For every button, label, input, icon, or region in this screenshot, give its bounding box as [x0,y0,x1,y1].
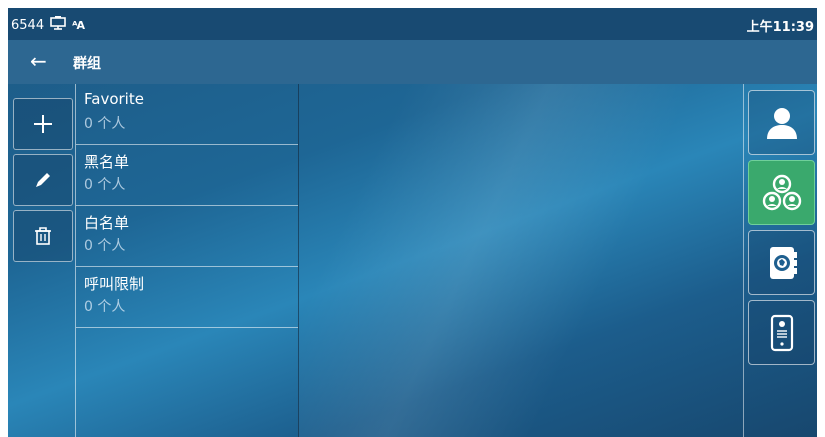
intercom-device-icon [770,314,793,351]
trash-icon [35,227,51,245]
pencil-icon [36,173,50,187]
group-count: 0 个人 [84,299,126,315]
arrow-left-icon[interactable]: ← [30,50,47,72]
extension-number: 6544 [11,17,45,33]
group-count: 0 个人 [84,116,126,132]
list-item[interactable]: 黑名单 0 个人 [76,145,298,206]
contact-icon [766,107,797,139]
directory-book-icon [769,246,797,279]
right-nav [743,84,817,437]
group-name: Favorite [84,90,144,108]
status-bar: 6544 ᴬA 上午11:39 [8,8,817,40]
group-name: 黑名单 [84,153,130,171]
groups-nav-button[interactable] [748,160,815,225]
group-list: Favorite 0 个人 黑名单 0 个人 白名单 0 个人 呼叫限制 0 个… [76,84,299,437]
title-bar: ← 群组 [8,40,817,84]
intercom-nav-button[interactable] [748,300,815,365]
list-item[interactable]: 呼叫限制 0 个人 [76,267,298,328]
delete-group-button[interactable] [13,210,73,262]
status-left: 6544 ᴬA [11,16,85,34]
list-item[interactable]: 白名单 0 个人 [76,206,298,267]
action-toolbar [8,84,76,437]
group-name: 呼叫限制 [84,275,145,293]
contacts-nav-button[interactable] [748,90,815,155]
group-count: 0 个人 [84,177,126,193]
plus-icon [34,115,52,133]
directory-nav-button[interactable] [748,230,815,295]
list-item[interactable]: Favorite 0 个人 [76,84,298,145]
phone-screen: 6544 ᴬA 上午11:39 ← 群组 Favorite 0 个人 黑名单 0… [8,8,817,437]
add-group-button[interactable] [13,98,73,150]
group-name: 白名单 [84,214,130,232]
group-icon [762,174,801,210]
font-size-icon: ᴬA [72,18,85,32]
page-title: 群组 [73,56,101,72]
group-count: 0 个人 [84,238,126,254]
status-time: 上午11:39 [746,20,814,35]
monitor-icon [50,16,66,34]
edit-group-button[interactable] [13,154,73,206]
